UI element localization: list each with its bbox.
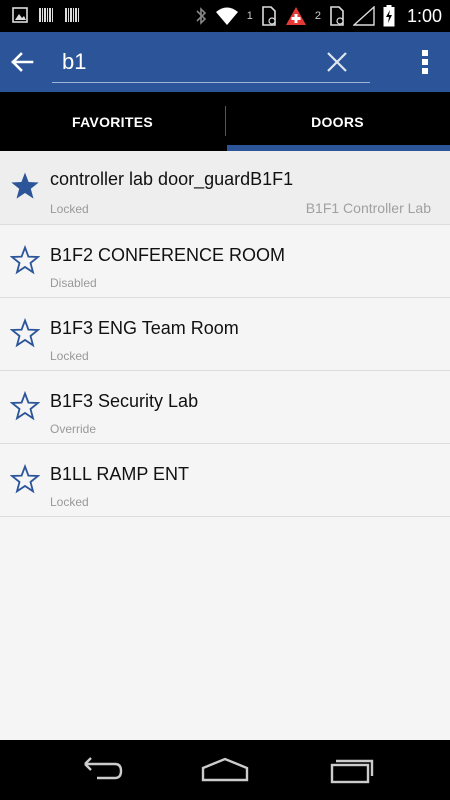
- door-location: B1F1 Controller Lab: [305, 200, 431, 216]
- clock: 1:00: [406, 5, 442, 26]
- back-icon[interactable]: [75, 754, 125, 786]
- door-status: Locked: [50, 349, 89, 363]
- list-item[interactable]: B1LL RAMP ENT Locked: [0, 444, 450, 517]
- door-status: Locked: [50, 202, 89, 216]
- home-icon[interactable]: [200, 754, 250, 786]
- list-item[interactable]: B1F3 ENG Team Room Locked: [0, 298, 450, 371]
- door-name: controller lab door_guardB1F1: [50, 169, 294, 189]
- list-item[interactable]: B1F3 Security Lab Override: [0, 371, 450, 444]
- star-filled-icon[interactable]: [10, 171, 40, 201]
- close-icon[interactable]: [322, 47, 352, 77]
- cell-signal-icon: [352, 6, 375, 26]
- door-name: B1F3 Security Lab: [50, 391, 199, 411]
- sim-card-icon: [262, 6, 276, 26]
- overflow-menu-icon[interactable]: [420, 48, 430, 76]
- image-icon: [12, 7, 28, 23]
- status-bar: 1 2 1:00: [0, 0, 450, 32]
- star-outline-icon[interactable]: [10, 391, 40, 421]
- tab-bar: FAVORITES DOORS: [0, 92, 450, 151]
- back-arrow-icon[interactable]: [6, 46, 38, 78]
- star-outline-icon[interactable]: [10, 464, 40, 494]
- system-icons: 1 2 1:00: [195, 4, 442, 28]
- recents-icon[interactable]: [326, 754, 376, 786]
- tab-favorites[interactable]: FAVORITES: [0, 92, 225, 151]
- door-name: B1F2 CONFERENCE ROOM: [50, 245, 286, 265]
- door-list: controller lab door_guardB1F1 Locked B1F…: [0, 151, 450, 517]
- search-box: [52, 44, 370, 83]
- sim1-label: 1: [246, 10, 253, 22]
- door-status: Override: [50, 422, 97, 436]
- notification-icons: [12, 6, 80, 24]
- star-outline-icon[interactable]: [10, 245, 40, 275]
- wifi-icon: [215, 7, 238, 25]
- sim2-label: 2: [314, 10, 321, 22]
- barcode-icon: [65, 8, 79, 22]
- door-status: Locked: [50, 495, 89, 509]
- list-item[interactable]: B1F2 CONFERENCE ROOM Disabled: [0, 225, 450, 298]
- medical-alert-icon: [285, 7, 306, 25]
- navigation-bar: [0, 740, 450, 800]
- bluetooth-icon: [196, 7, 206, 25]
- list-item[interactable]: controller lab door_guardB1F1 Locked B1F…: [0, 151, 450, 225]
- door-status: Disabled: [50, 276, 97, 290]
- barcode-icon: [39, 8, 53, 22]
- battery-charging-icon: [383, 5, 395, 27]
- search-input[interactable]: [62, 48, 312, 76]
- sim-card-icon: [330, 6, 344, 26]
- door-name: B1LL RAMP ENT: [50, 464, 190, 484]
- app-bar: [0, 32, 450, 92]
- tab-doors[interactable]: DOORS: [225, 92, 450, 151]
- star-outline-icon[interactable]: [10, 318, 40, 348]
- door-name: B1F3 ENG Team Room: [50, 318, 239, 338]
